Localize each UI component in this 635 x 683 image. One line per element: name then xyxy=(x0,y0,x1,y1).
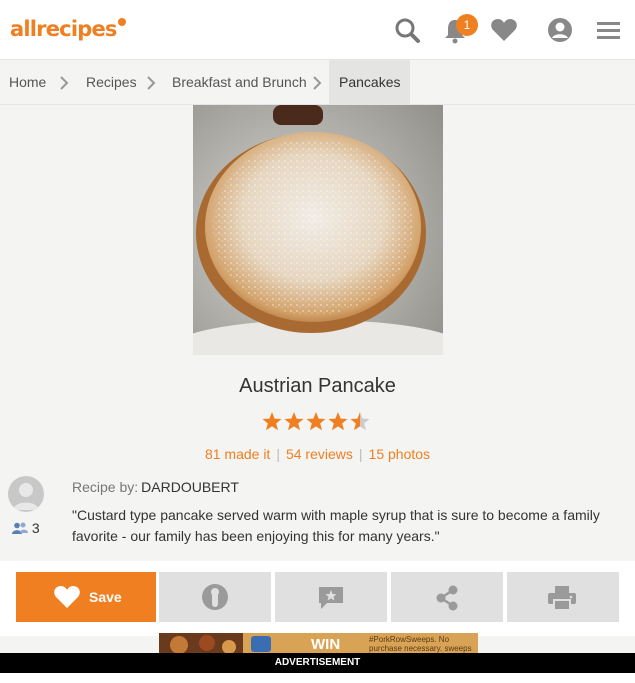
save-button[interactable]: Save xyxy=(16,572,156,622)
write-review-button[interactable] xyxy=(275,572,387,622)
action-bar: Save xyxy=(0,561,635,636)
star-icon xyxy=(328,412,348,431)
notification-badge[interactable]: 1 xyxy=(456,14,478,36)
ad-fine-print: #PorkRowSweeps. No purchase necessary. s… xyxy=(369,635,472,655)
star-icon xyxy=(284,412,304,431)
page-footer-strip xyxy=(0,673,635,683)
author-avatar[interactable] xyxy=(8,476,44,512)
heart-icon xyxy=(54,586,80,608)
chevron-right-icon xyxy=(313,76,322,90)
share-icon xyxy=(436,585,458,611)
made-it-button[interactable] xyxy=(159,572,271,622)
star-icon xyxy=(262,412,282,431)
photos-link[interactable]: 15 photos xyxy=(369,446,431,462)
ad-headline: WIN xyxy=(311,636,341,653)
print-button[interactable] xyxy=(507,572,619,622)
recipe-byline: Recipe by: DARDOUBERT xyxy=(72,479,239,495)
half-star-icon xyxy=(350,412,370,431)
reviews-link[interactable]: 54 reviews xyxy=(286,446,353,462)
site-header: allrecipes 1 xyxy=(0,0,635,60)
recipe-description: "Custard type pancake served warm with m… xyxy=(72,507,600,544)
followers-icon xyxy=(12,522,28,534)
print-icon xyxy=(548,586,576,611)
star-icon xyxy=(306,412,326,431)
chevron-right-icon xyxy=(60,76,69,90)
advertisement-banner[interactable]: WIN #PorkRowSweeps. No purchase necessar… xyxy=(159,633,478,655)
heart-icon[interactable] xyxy=(489,15,519,45)
breadcrumb-recipes[interactable]: Recipes xyxy=(86,60,137,105)
search-icon[interactable] xyxy=(392,15,422,45)
review-icon xyxy=(319,587,343,609)
breadcrumb: Home Recipes Breakfast and Brunch Pancak… xyxy=(0,60,635,105)
author-name[interactable]: DARDOUBERT xyxy=(141,479,239,495)
advertisement-label: ADVERTISEMENT xyxy=(0,653,635,673)
share-button[interactable] xyxy=(391,572,503,622)
profile-icon[interactable] xyxy=(545,15,575,45)
followers-count[interactable]: 3 xyxy=(12,520,40,536)
breadcrumb-pancakes[interactable]: Pancakes xyxy=(329,60,411,105)
star-rating[interactable] xyxy=(261,411,373,433)
breadcrumb-breakfast[interactable]: Breakfast and Brunch xyxy=(172,60,307,105)
chevron-right-icon xyxy=(147,76,156,90)
made-it-icon xyxy=(202,584,228,610)
recipe-stats: 81 made it | 54 reviews | 15 photos xyxy=(204,446,431,462)
breadcrumb-home[interactable]: Home xyxy=(9,60,46,105)
allrecipes-logo[interactable]: allrecipes xyxy=(10,17,126,41)
recipe-title: Austrian Pancake xyxy=(239,375,396,397)
menu-icon[interactable] xyxy=(594,15,624,45)
made-it-link[interactable]: 81 made it xyxy=(205,446,270,462)
recipe-photo[interactable] xyxy=(193,105,443,355)
